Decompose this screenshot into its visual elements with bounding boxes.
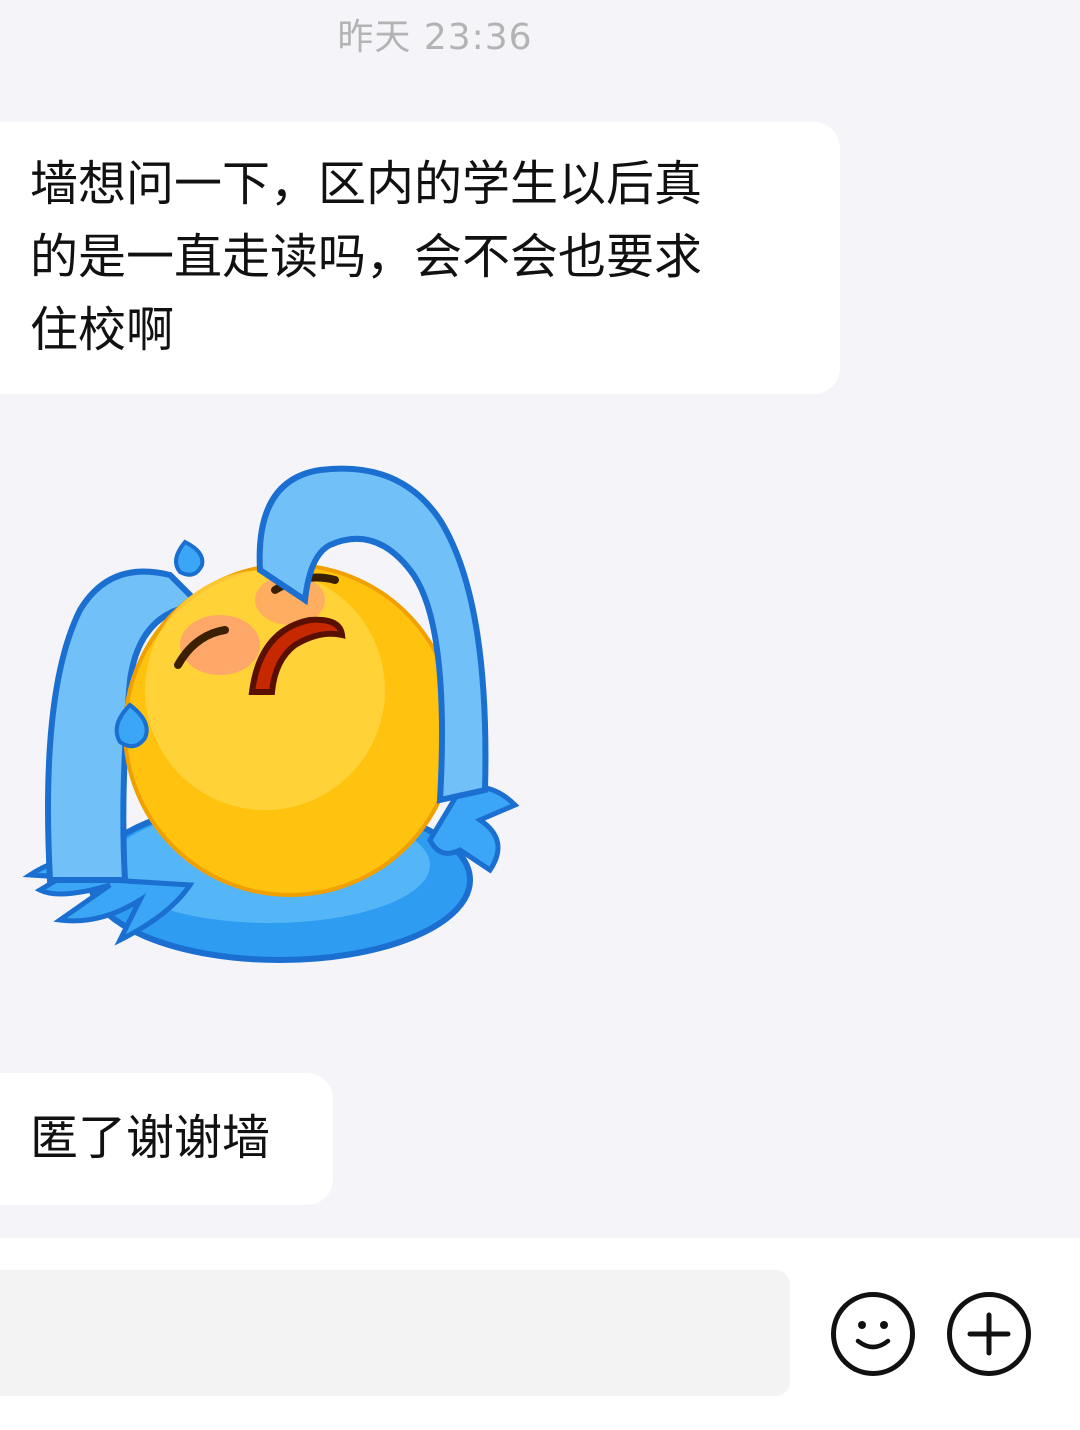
crying-emoji-sticker[interactable] xyxy=(20,460,520,970)
message-line: 的是一直走读吗，会不会也要求 xyxy=(30,229,703,285)
message-line: 住校啊 xyxy=(30,302,175,358)
more-options-button[interactable] xyxy=(947,1292,1031,1376)
smiley-icon xyxy=(855,1321,891,1350)
message-bubble[interactable]: 匿了谢谢墙 xyxy=(0,1073,333,1205)
message-timestamp: 昨天 23:36 xyxy=(337,17,533,58)
message-input[interactable] xyxy=(0,1270,790,1396)
chat-input-bar xyxy=(0,1238,1080,1430)
message-text: 匿了谢谢墙 xyxy=(30,1110,271,1166)
emoji-button[interactable] xyxy=(831,1292,915,1376)
plus-icon xyxy=(967,1312,1011,1356)
message-line: 墙想问一下，区内的学生以后真 xyxy=(30,156,703,212)
message-bubble[interactable]: 墙想问一下，区内的学生以后真 的是一直走读吗，会不会也要求 住校啊 xyxy=(0,122,840,394)
